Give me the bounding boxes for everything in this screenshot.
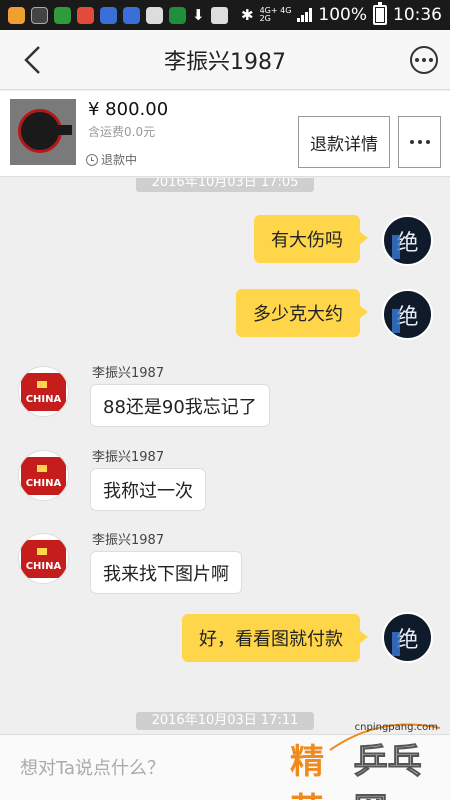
page-title: 李振兴1987 xyxy=(164,49,286,75)
product-thumbnail[interactable] xyxy=(10,99,76,165)
more-dots-icon xyxy=(415,58,419,62)
incoming-message[interactable]: 88还是90我忘记了 xyxy=(90,384,270,427)
more-options-button[interactable] xyxy=(410,46,438,74)
more-dots-icon xyxy=(409,140,414,144)
site-watermark: cnpingpang.com 精英 乒乓网 xyxy=(290,720,450,800)
app-notification-icon xyxy=(123,6,140,24)
contact-avatar[interactable]: CHINA xyxy=(18,533,69,584)
app-notification-icon xyxy=(210,6,228,24)
network-sub-label: 2G xyxy=(259,14,271,23)
outgoing-message[interactable]: 有大伤吗 xyxy=(254,215,368,263)
status-bar: ⬇ ✱ 4G+ 4G 2G 100% 10:36 xyxy=(0,0,450,30)
refund-details-button[interactable]: 退款详情 xyxy=(298,116,390,168)
refund-status-label: 退款中 xyxy=(101,153,138,167)
chat-header: 李振兴1987 xyxy=(0,30,450,90)
timestamp: 2016年10月03日 17:05 xyxy=(136,178,314,192)
my-avatar[interactable]: 绝 xyxy=(382,612,433,663)
contact-avatar[interactable]: CHINA xyxy=(18,450,69,501)
watermark-logo-right: 乒乓网 xyxy=(353,742,422,800)
app-notification-icon xyxy=(100,6,117,24)
sender-name: 李振兴1987 xyxy=(92,450,165,465)
battery-percent: 100% xyxy=(318,5,367,25)
contact-avatar[interactable]: CHINA xyxy=(18,366,69,417)
product-more-button[interactable] xyxy=(398,116,441,168)
signal-icon xyxy=(297,8,313,22)
watermark-logo: 精英 乒乓网 xyxy=(290,734,440,800)
back-button[interactable] xyxy=(14,42,50,78)
outgoing-message[interactable]: 多少克大约 xyxy=(236,289,368,337)
clock-icon xyxy=(86,153,98,166)
sender-name: 李振兴1987 xyxy=(92,366,165,381)
app-notification-icon xyxy=(31,6,48,24)
bluetooth-icon: ✱ xyxy=(240,6,254,24)
chevron-left-icon xyxy=(24,46,40,74)
watermark-logo-left: 精英 xyxy=(290,742,324,800)
incoming-message[interactable]: 我来找下图片啊 xyxy=(90,551,242,594)
outgoing-message[interactable]: 好，看看图就付款 xyxy=(182,614,368,662)
app-notification-icon xyxy=(169,6,186,24)
app-notification-icon xyxy=(54,6,71,24)
contact-avatar-text: CHINA xyxy=(25,394,62,405)
download-icon: ⬇ xyxy=(192,6,205,24)
clock: 10:36 xyxy=(393,5,442,25)
product-price: ¥ 800.00 xyxy=(88,99,169,120)
incoming-message[interactable]: 我称过一次 xyxy=(90,468,206,511)
battery-icon xyxy=(373,2,387,25)
app-notification-icon xyxy=(8,6,25,24)
message-input[interactable] xyxy=(20,753,280,783)
gallery-icon xyxy=(146,6,163,24)
network-indicator: 4G+ 4G 2G xyxy=(260,7,292,23)
refund-status: 退款中 xyxy=(86,151,137,168)
chat-thread[interactable]: 2016年10月03日 17:05 有大伤吗 绝 多少克大约 绝 CHINA 李… xyxy=(0,178,450,734)
shipping-note: 含运费0.0元 xyxy=(88,125,156,139)
notification-icons: ⬇ xyxy=(8,6,228,24)
sender-name: 李振兴1987 xyxy=(92,533,165,548)
app-notification-icon xyxy=(77,6,94,24)
timestamp: 2016年10月03日 17:11 xyxy=(136,712,314,730)
product-card[interactable]: ¥ 800.00 含运费0.0元 退款中 退款详情 xyxy=(0,91,450,177)
my-avatar[interactable]: 绝 xyxy=(382,289,433,340)
watermark-url: cnpingpang.com xyxy=(354,722,438,733)
my-avatar[interactable]: 绝 xyxy=(382,215,433,266)
